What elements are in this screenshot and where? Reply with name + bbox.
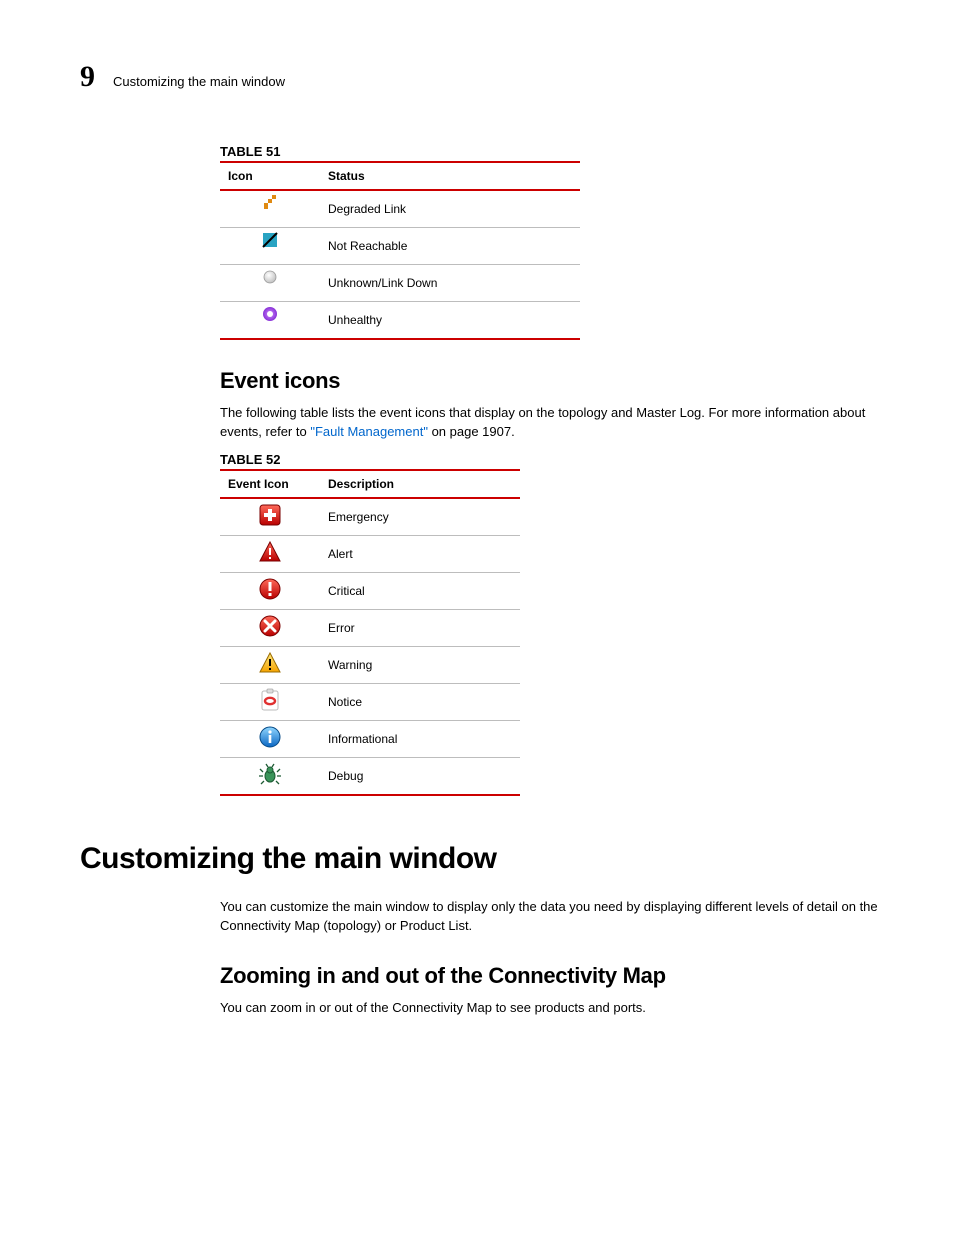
table-row: Unhealthy xyxy=(220,302,580,340)
table-row: Not Reachable xyxy=(220,228,580,265)
informational-icon xyxy=(256,725,284,753)
desc-cell: Debug xyxy=(320,757,520,795)
degraded-link-icon xyxy=(256,195,284,223)
table51-label: TABLE 51 xyxy=(220,144,894,159)
zoom-heading: Zooming in and out of the Connectivity M… xyxy=(220,963,894,989)
event-icons-paragraph: The following table lists the event icon… xyxy=(220,404,894,442)
desc-cell: Informational xyxy=(320,720,520,757)
desc-cell: Alert xyxy=(320,535,520,572)
table-row: Alert xyxy=(220,535,520,572)
status-cell: Degraded Link xyxy=(320,190,580,228)
notice-icon xyxy=(256,688,284,716)
table52-header-description: Description xyxy=(320,470,520,498)
desc-cell: Error xyxy=(320,609,520,646)
table52-label: TABLE 52 xyxy=(220,452,894,467)
customizing-paragraph: You can customize the main window to dis… xyxy=(220,898,894,936)
chapter-number: 9 xyxy=(80,60,95,94)
unhealthy-icon xyxy=(256,306,284,334)
table-row: Error xyxy=(220,609,520,646)
table-row: Degraded Link xyxy=(220,190,580,228)
table-row: Warning xyxy=(220,646,520,683)
table52-header-eventicon: Event Icon xyxy=(220,470,320,498)
table51-header-icon: Icon xyxy=(220,162,320,190)
desc-cell: Critical xyxy=(320,572,520,609)
running-header: 9 Customizing the main window xyxy=(80,60,894,94)
warning-icon xyxy=(256,651,284,679)
unknown-link-down-icon xyxy=(256,269,284,297)
debug-icon xyxy=(256,762,284,790)
table-row: Notice xyxy=(220,683,520,720)
table51: Icon Status Degraded Link Not Reachable … xyxy=(220,161,580,340)
alert-icon xyxy=(256,540,284,568)
customizing-heading: Customizing the main window xyxy=(80,842,894,876)
zoom-paragraph: You can zoom in or out of the Connectivi… xyxy=(220,999,894,1018)
desc-cell: Notice xyxy=(320,683,520,720)
desc-cell: Emergency xyxy=(320,498,520,536)
table-row: Unknown/Link Down xyxy=(220,265,580,302)
table52: Event Icon Description Emergency Alert C… xyxy=(220,469,520,796)
critical-icon xyxy=(256,577,284,605)
event-icons-heading: Event icons xyxy=(220,368,894,394)
status-cell: Not Reachable xyxy=(320,228,580,265)
desc-cell: Warning xyxy=(320,646,520,683)
table-row: Debug xyxy=(220,757,520,795)
table-row: Critical xyxy=(220,572,520,609)
table-row: Emergency xyxy=(220,498,520,536)
fault-management-link[interactable]: "Fault Management" xyxy=(310,424,428,439)
para-text-post: on page 1907. xyxy=(428,424,515,439)
emergency-icon xyxy=(256,503,284,531)
status-cell: Unknown/Link Down xyxy=(320,265,580,302)
not-reachable-icon xyxy=(256,232,284,260)
running-head-text: Customizing the main window xyxy=(113,74,285,89)
table-row: Informational xyxy=(220,720,520,757)
error-icon xyxy=(256,614,284,642)
table51-header-status: Status xyxy=(320,162,580,190)
status-cell: Unhealthy xyxy=(320,302,580,340)
